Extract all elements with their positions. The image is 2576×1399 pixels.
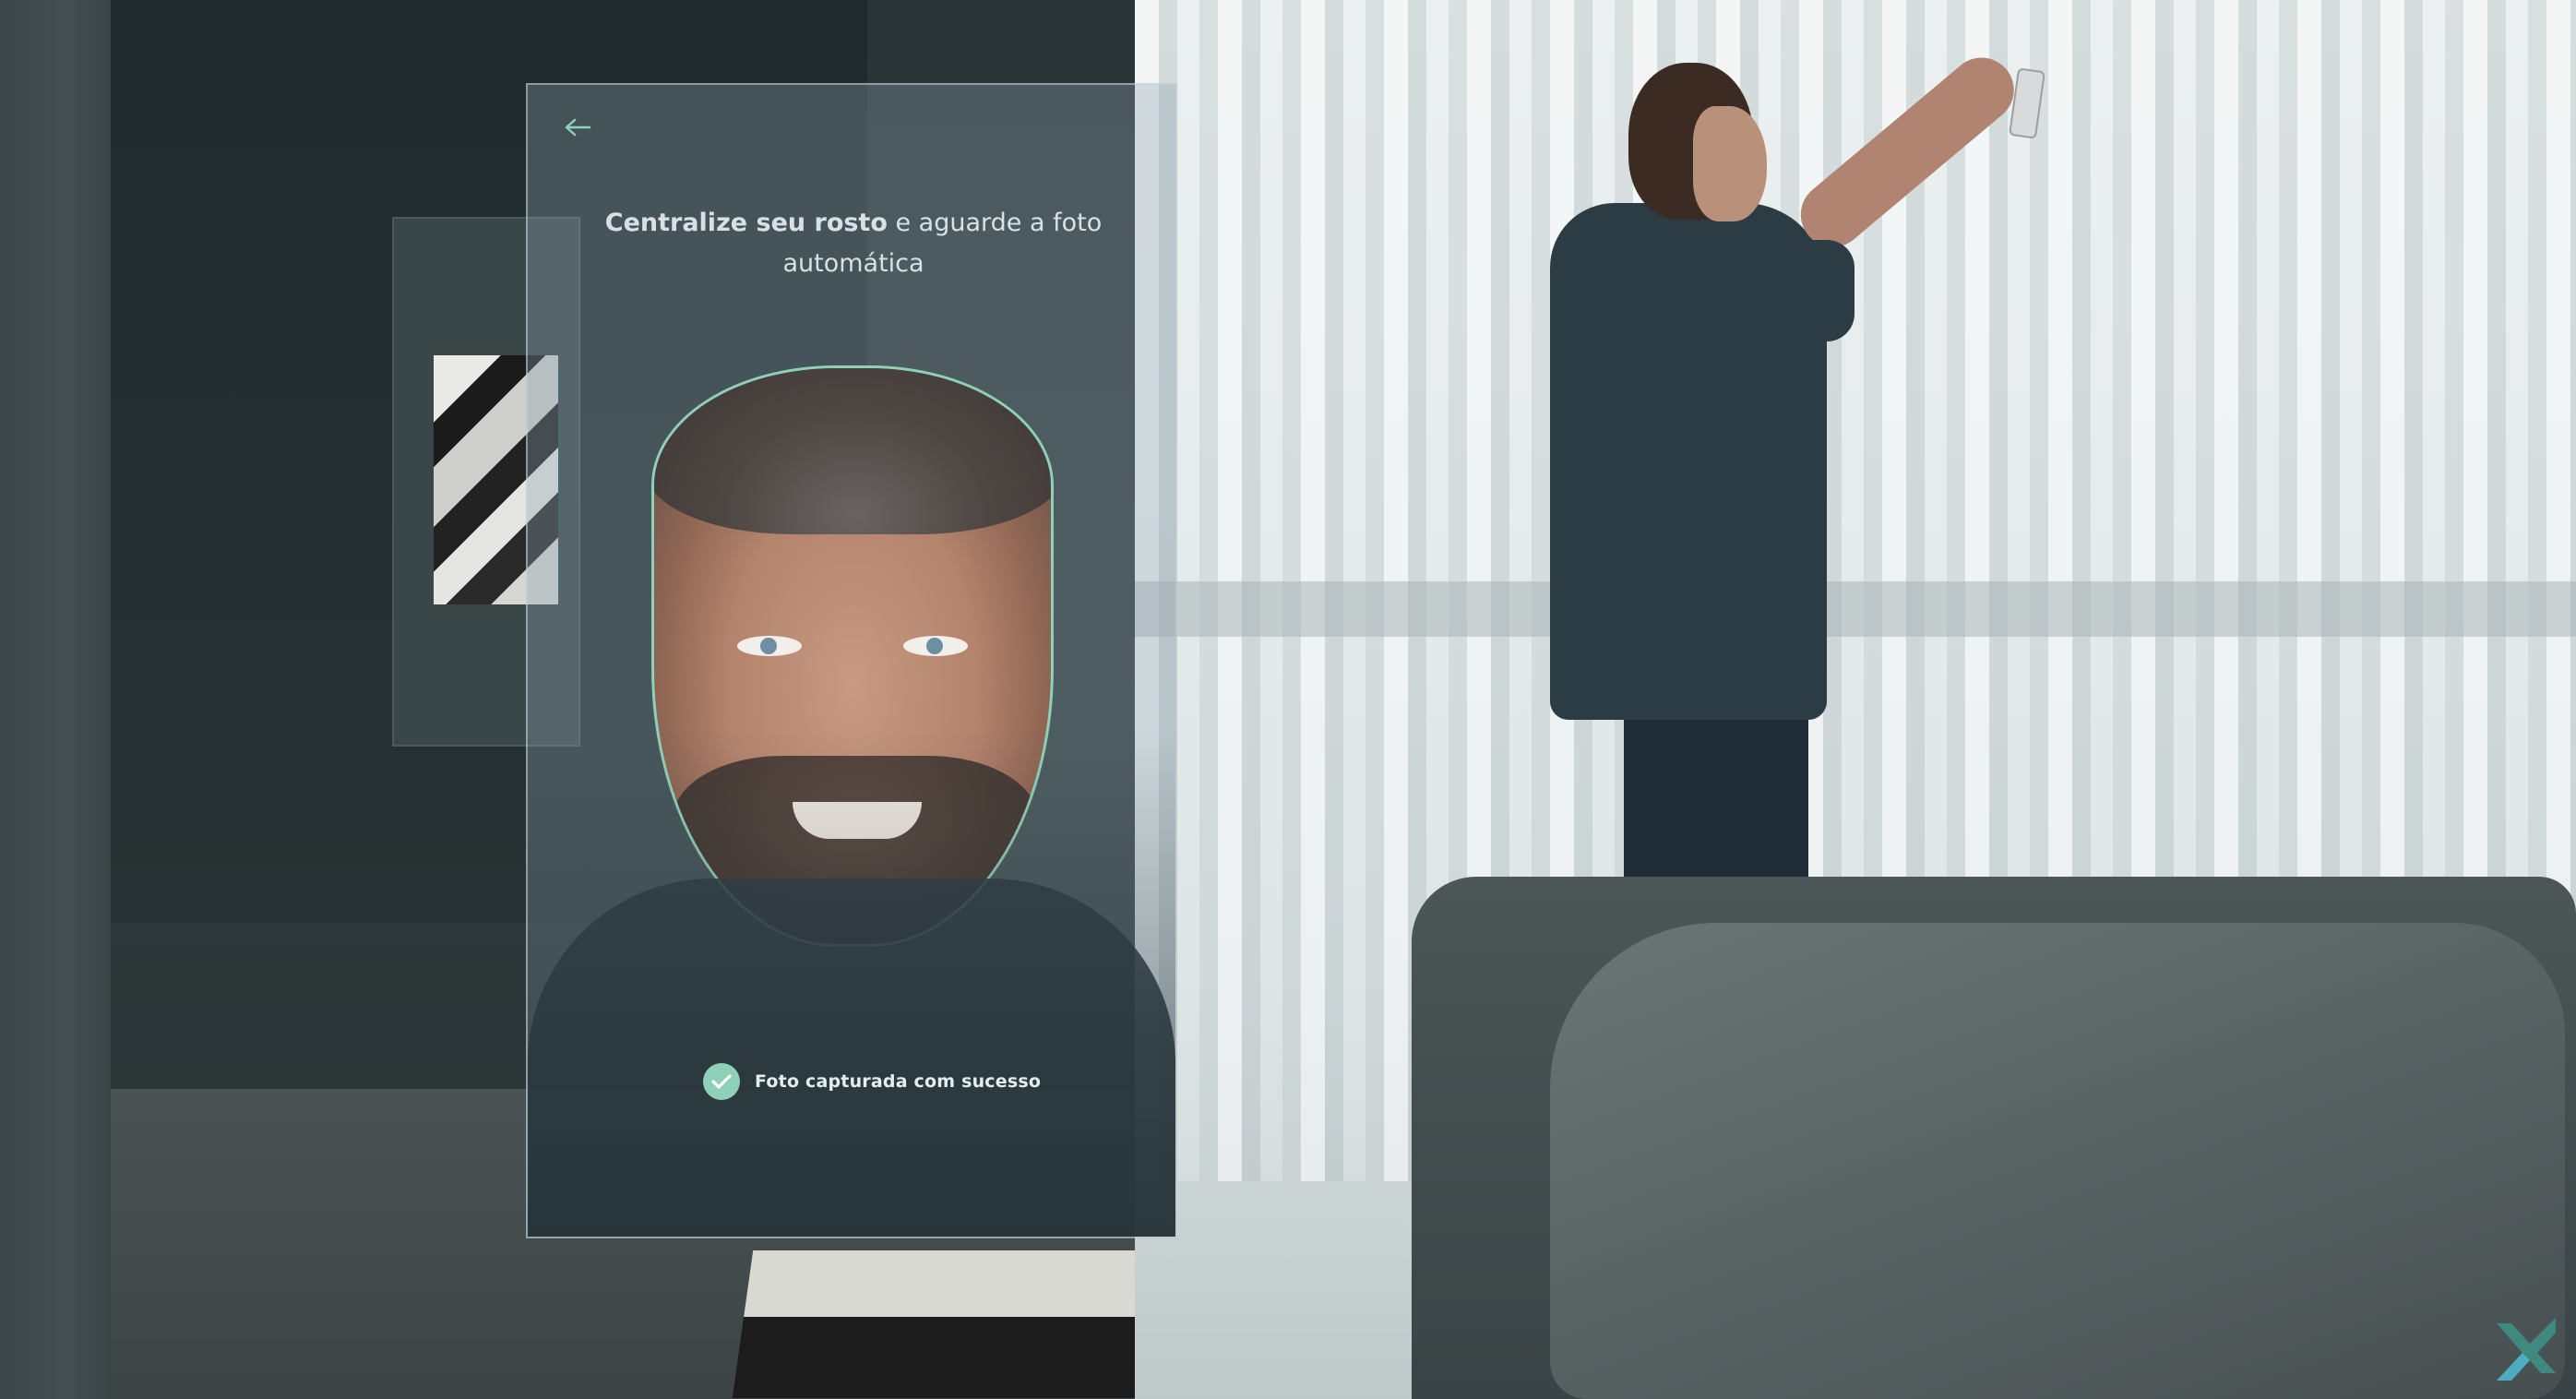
person-face xyxy=(1693,106,1767,221)
shirt-sleeve xyxy=(1753,240,1854,341)
check-circle-icon xyxy=(703,1063,740,1100)
capture-instruction: Centralize seu rosto e aguarde a foto au… xyxy=(565,203,1142,284)
man-taking-selfie xyxy=(1532,44,2085,978)
selfie-eye-right xyxy=(903,636,968,656)
arrow-left-icon xyxy=(565,118,591,137)
capture-status: Foto capturada com sucesso xyxy=(703,1061,1041,1102)
status-message: Foto capturada com sucesso xyxy=(755,1071,1042,1092)
sofa-cushion xyxy=(1550,923,2565,1399)
face-capture-screen: Centralize seu rosto e aguarde a foto au… xyxy=(526,83,1177,1238)
smartphone xyxy=(2008,67,2046,139)
panel-shade xyxy=(528,731,1175,1237)
background-scene xyxy=(0,0,2576,1399)
brand-logo-icon xyxy=(2497,1318,2556,1381)
instruction-emphasis: Centralize seu rosto xyxy=(604,209,888,237)
selfie-eye-left xyxy=(737,636,802,656)
back-button[interactable] xyxy=(559,109,596,146)
wall-pillar xyxy=(0,0,111,1399)
selfie-hair xyxy=(654,368,1051,534)
raised-arm xyxy=(1787,44,2027,260)
stacked-books xyxy=(732,1250,1197,1398)
